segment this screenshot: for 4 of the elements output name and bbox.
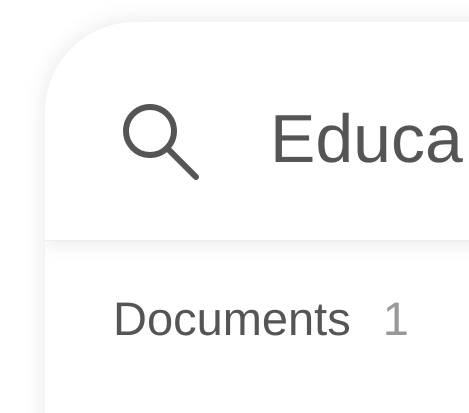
- search-icon[interactable]: [120, 101, 200, 181]
- result-count: 1: [382, 291, 409, 346]
- section-title: Documents: [113, 291, 351, 346]
- search-field[interactable]: Educa: [270, 100, 463, 178]
